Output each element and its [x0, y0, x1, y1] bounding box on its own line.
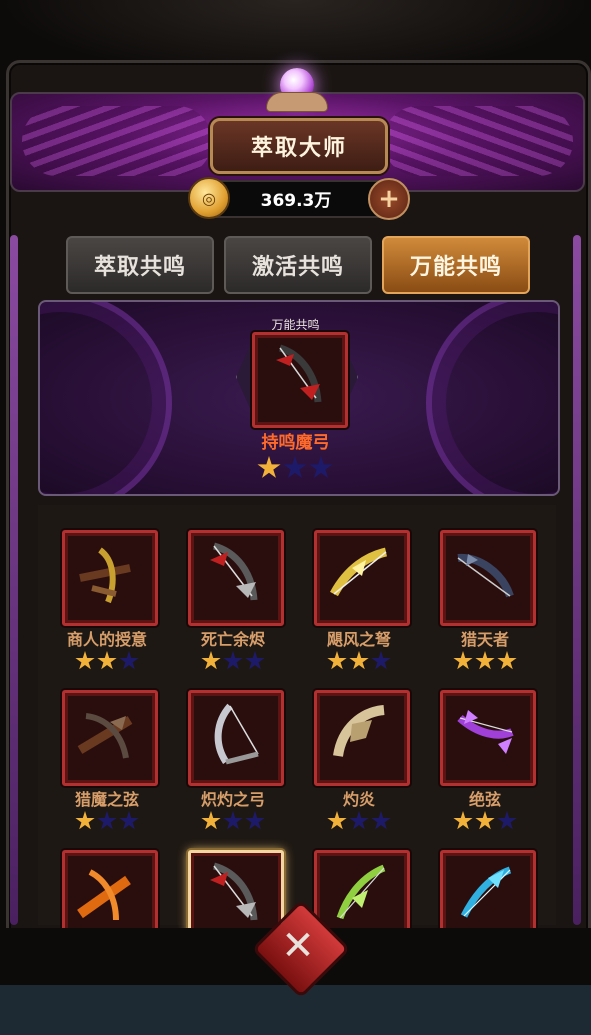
tab-extract-resonance[interactable]: 萃取共鸣 [66, 236, 214, 294]
item-slot[interactable] [440, 530, 536, 626]
item-name: 商人的授意 [66, 630, 147, 649]
item-slot[interactable] [62, 530, 158, 626]
star-filled-icon [75, 811, 95, 830]
item-stars [170, 811, 296, 831]
star-filled-icon [453, 811, 473, 830]
star-empty-icon [245, 811, 265, 830]
item-stars [44, 811, 170, 831]
star-filled-icon [201, 811, 221, 830]
title-plate: 萃取大师 [210, 118, 388, 174]
star-filled-icon [327, 811, 347, 830]
star-empty-icon [497, 811, 517, 830]
feather-decoration-left [22, 106, 212, 176]
bow-dark-red-icon [210, 542, 258, 601]
star-empty-icon [309, 456, 333, 478]
star-filled-icon [75, 651, 95, 670]
bow-golden-icon [330, 547, 388, 597]
bow-silver-icon [214, 703, 259, 765]
bow-cyan-icon [460, 866, 512, 918]
star-empty-icon [223, 811, 243, 830]
star-filled-icon [201, 651, 221, 670]
close-icon: ✕ [281, 923, 315, 969]
star-filled-icon [475, 811, 495, 830]
featured-item-slot[interactable] [252, 332, 348, 428]
tab-universal-resonance[interactable]: 万能共鸣 [382, 236, 530, 294]
left-rail [10, 235, 18, 925]
star-filled-icon [475, 651, 495, 670]
featured-item-name: 持鸣魔弓 [261, 433, 330, 453]
item-slot[interactable] [440, 690, 536, 786]
item-stars [170, 651, 296, 671]
add-currency-button[interactable]: + [368, 178, 410, 220]
item-name: 飓风之弩 [326, 630, 391, 649]
bow-steel-icon [457, 553, 514, 598]
star-filled-icon [349, 651, 369, 670]
bow-purple-icon [457, 710, 514, 754]
item-slot[interactable] [188, 690, 284, 786]
star-filled-icon [257, 456, 281, 478]
item-stars [44, 651, 170, 671]
star-empty-icon [371, 811, 391, 830]
star-filled-icon [453, 651, 473, 670]
item-name: 炽灼之弓 [200, 790, 265, 809]
star-filled-icon [327, 651, 347, 670]
plus-icon: + [378, 184, 400, 214]
crossbow-gold-icon [79, 547, 131, 604]
star-empty-icon [283, 456, 307, 478]
item-stars [422, 811, 548, 831]
featured-stars [232, 456, 358, 480]
item-name: 死亡余烬 [200, 630, 265, 649]
item-slot[interactable] [314, 690, 410, 786]
tab-activate-resonance[interactable]: 激活共鸣 [224, 236, 372, 294]
star-empty-icon [97, 811, 117, 830]
item-name: 绝弦 [468, 790, 501, 809]
feather-decoration-right [383, 106, 573, 176]
currency-amount: 369.3万 [260, 191, 332, 211]
star-empty-icon [245, 651, 265, 670]
star-empty-icon [371, 651, 391, 670]
item-slot[interactable] [314, 530, 410, 626]
item-stars [296, 811, 422, 831]
star-empty-icon [119, 651, 139, 670]
coin-icon: ◎ [188, 177, 230, 219]
item-name: 猎天者 [460, 630, 509, 649]
bow-dark-red-icon [210, 862, 258, 921]
tab-label: 萃取共鸣 [93, 255, 186, 280]
right-rail [573, 235, 581, 925]
star-filled-icon [497, 651, 517, 670]
tab-label: 激活共鸣 [251, 255, 344, 280]
item-stars [422, 651, 548, 671]
bow-dark-red-icon [276, 344, 322, 403]
item-name: 猎魔之弦 [74, 790, 139, 809]
item-name: 灼炎 [342, 790, 375, 809]
item-stars [296, 651, 422, 671]
hand-icon [266, 92, 328, 112]
star-empty-icon [223, 651, 243, 670]
tab-label: 万能共鸣 [409, 255, 502, 280]
page-title: 萃取大师 [250, 136, 347, 161]
crossbow-orange-icon [77, 869, 131, 921]
item-slot[interactable] [188, 530, 284, 626]
bow-bone-icon [333, 705, 385, 757]
crossbow-wood-icon [77, 713, 133, 759]
star-filled-icon [97, 651, 117, 670]
star-empty-icon [119, 811, 139, 830]
star-empty-icon [349, 811, 369, 830]
bow-green-icon [336, 864, 386, 920]
item-slot[interactable] [62, 690, 158, 786]
